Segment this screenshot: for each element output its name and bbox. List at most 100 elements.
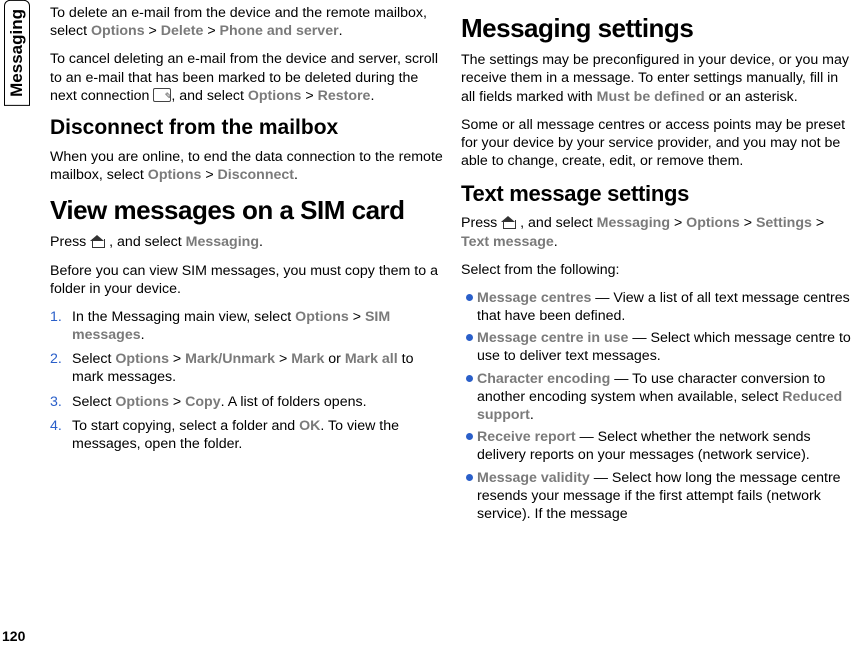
- text: To start copying, select a folder and: [72, 418, 299, 434]
- text: Select: [72, 394, 115, 410]
- menu-options: Options: [115, 351, 169, 367]
- text: .: [370, 88, 374, 104]
- menu-options: Options: [295, 309, 349, 325]
- step-3: 3. Select Options > Copy. A list of fold…: [50, 393, 443, 411]
- text: . A list of folders opens.: [221, 394, 367, 410]
- text: Press: [461, 215, 501, 231]
- para-text-path: Press , and select Messaging > Options >…: [461, 214, 854, 250]
- menu-phone-server: Phone and server: [220, 23, 339, 39]
- sep: >: [145, 23, 161, 39]
- steps-list: 1. In the Messaging main view, select Op…: [50, 308, 443, 453]
- text: .: [294, 167, 298, 183]
- menu-settings: Settings: [756, 215, 812, 231]
- bullet-message-validity: Message validity — Select how long the m…: [461, 469, 854, 524]
- bullet-receive-report: Receive report — Select whether the netw…: [461, 428, 854, 464]
- para-settings-intro: The settings may be preconfigured in you…: [461, 51, 854, 106]
- bullet-icon: [461, 428, 477, 464]
- step-number: 3.: [50, 393, 72, 411]
- step-1: 1. In the Messaging main view, select Op…: [50, 308, 443, 344]
- bullet-text: Message centre in use — Select which mes…: [477, 329, 854, 365]
- menu-messaging: Messaging: [597, 215, 670, 231]
- sep: >: [275, 351, 291, 367]
- sep: >: [169, 351, 185, 367]
- menu-ok: OK: [299, 418, 320, 434]
- sep: >: [169, 394, 185, 410]
- menu-options: Options: [148, 167, 202, 183]
- text: or an asterisk.: [705, 89, 798, 105]
- right-column: Messaging settings The settings may be p…: [461, 0, 854, 650]
- text: Select: [72, 351, 115, 367]
- text: .: [339, 23, 343, 39]
- text: .: [141, 327, 145, 343]
- sep: >: [203, 23, 219, 39]
- text: or: [324, 351, 345, 367]
- text: In the Messaging main view, select: [72, 309, 295, 325]
- menu-text-message: Text message: [461, 234, 554, 250]
- text: .: [554, 234, 558, 250]
- step-number: 2.: [50, 350, 72, 386]
- bullet-text: Message validity — Select how long the m…: [477, 469, 854, 524]
- menu-options: Options: [686, 215, 740, 231]
- sep: >: [740, 215, 756, 231]
- sep: >: [812, 215, 824, 231]
- text: , and select: [516, 215, 596, 231]
- step-number: 1.: [50, 308, 72, 344]
- text: .: [259, 234, 263, 250]
- step-text: Select Options > Copy. A list of folders…: [72, 393, 443, 411]
- left-column: To delete an e-mail from the device and …: [50, 0, 443, 650]
- label-must-be-defined: Must be defined: [597, 89, 705, 105]
- menu-copy: Copy: [185, 394, 220, 410]
- step-text: In the Messaging main view, select Optio…: [72, 308, 443, 344]
- bullet-text: Receive report — Select whether the netw…: [477, 428, 854, 464]
- menu-options: Options: [91, 23, 145, 39]
- bullet-text: Character encoding — To use character co…: [477, 370, 854, 425]
- heading-disconnect: Disconnect from the mailbox: [50, 115, 443, 142]
- para-select-from: Select from the following:: [461, 261, 854, 279]
- bullet-character-encoding: Character encoding — To use character co…: [461, 370, 854, 425]
- step-number: 4.: [50, 417, 72, 453]
- step-text: To start copying, select a folder and OK…: [72, 417, 443, 453]
- bullet-message-centres: Message centres — View a list of all tex…: [461, 289, 854, 325]
- label: Receive report: [477, 429, 576, 445]
- sep: >: [301, 88, 317, 104]
- para-settings-note: Some or all message centres or access po…: [461, 116, 854, 171]
- para-disconnect: When you are online, to end the data con…: [50, 148, 443, 184]
- mailbox-icon: [153, 88, 171, 102]
- menu-options: Options: [115, 394, 169, 410]
- text: , and select: [171, 88, 248, 104]
- step-text: Select Options > Mark/Unmark > Mark or M…: [72, 350, 443, 386]
- bullet-icon: [461, 370, 477, 425]
- menu-mark: Mark: [291, 351, 324, 367]
- heading-text-message-settings: Text message settings: [461, 180, 854, 208]
- menu-mark-unmark: Mark/Unmark: [185, 351, 275, 367]
- text: , and select: [105, 234, 185, 250]
- text: Press: [50, 234, 90, 250]
- bullet-message-centre-in-use: Message centre in use — Select which mes…: [461, 329, 854, 365]
- bullet-icon: [461, 289, 477, 325]
- text: .: [530, 407, 534, 423]
- para-cancel-delete: To cancel deleting an e-mail from the de…: [50, 50, 443, 105]
- home-icon: [501, 216, 516, 229]
- bullet-text: Message centres — View a list of all tex…: [477, 289, 854, 325]
- para-press-messaging: Press , and select Messaging.: [50, 233, 443, 251]
- bullet-list: Message centres — View a list of all tex…: [461, 289, 854, 523]
- sep: >: [349, 309, 365, 325]
- para-delete-email: To delete an e-mail from the device and …: [50, 4, 443, 40]
- sep: >: [670, 215, 686, 231]
- step-4: 4. To start copying, select a folder and…: [50, 417, 443, 453]
- para-sim-copy-note: Before you can view SIM messages, you mu…: [50, 262, 443, 298]
- heading-messaging-settings: Messaging settings: [461, 12, 854, 45]
- step-2: 2. Select Options > Mark/Unmark > Mark o…: [50, 350, 443, 386]
- label: Message validity: [477, 470, 590, 486]
- content-columns: To delete an e-mail from the device and …: [50, 0, 854, 650]
- page-number: 120: [2, 628, 25, 644]
- label: Message centre in use: [477, 330, 628, 346]
- bullet-icon: [461, 469, 477, 524]
- heading-sim: View messages on a SIM card: [50, 194, 443, 227]
- menu-restore: Restore: [318, 88, 371, 104]
- menu-disconnect: Disconnect: [218, 167, 294, 183]
- label: Character encoding: [477, 371, 610, 387]
- menu-options: Options: [248, 88, 302, 104]
- menu-mark-all: Mark all: [345, 351, 398, 367]
- menu-delete: Delete: [161, 23, 204, 39]
